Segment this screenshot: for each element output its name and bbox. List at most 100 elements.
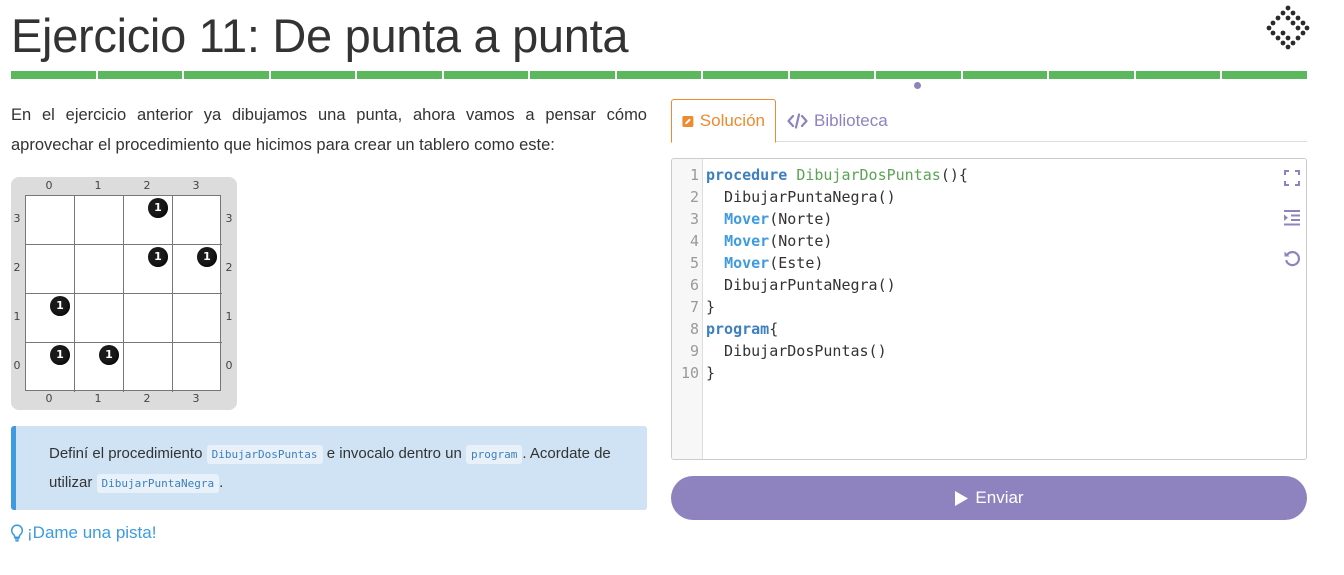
code-line[interactable]: Mover(Este)	[706, 252, 823, 274]
board-grid: 1 1 1 1 1 1	[25, 195, 222, 392]
black-ball: 1	[99, 345, 119, 365]
progress-segment[interactable]	[97, 71, 183, 79]
code-line[interactable]: procedure DibujarDosPuntas(){	[706, 164, 968, 186]
code-text: {	[769, 320, 779, 338]
row-label: 1	[13, 310, 21, 323]
board-cell	[173, 343, 222, 392]
indent-icon[interactable]	[1282, 208, 1302, 228]
column-label: 2	[143, 392, 151, 405]
edit-icon	[682, 115, 694, 127]
board-cell	[75, 294, 124, 343]
tab-library-label: Biblioteca	[814, 111, 888, 130]
black-ball: 1	[148, 198, 168, 218]
code-line[interactable]: Mover(Norte)	[706, 230, 832, 252]
board-cell	[124, 294, 173, 343]
progress-segment[interactable]	[184, 71, 269, 79]
progress-segment[interactable]	[1049, 71, 1134, 79]
hint-link[interactable]: ¡Dame una pista!	[10, 523, 156, 543]
play-icon	[955, 490, 969, 506]
line-number: 8	[689, 320, 699, 338]
progress-segment[interactable]	[876, 71, 961, 79]
code-line[interactable]: DibujarPuntaNegra()	[706, 274, 896, 296]
code-line[interactable]: }	[706, 362, 715, 384]
ball-count: 1	[56, 299, 64, 312]
tab-solution[interactable]: Solución	[671, 99, 776, 143]
line-number: 3	[689, 210, 699, 228]
code-line[interactable]: program{	[706, 318, 778, 340]
line-number: 7	[689, 298, 699, 316]
row-label: 3	[225, 212, 233, 225]
progress-segment[interactable]	[1222, 71, 1307, 79]
logo-icon	[1266, 5, 1310, 50]
progress-segment[interactable]	[357, 71, 442, 79]
column-label: 3	[192, 392, 200, 405]
tab-solution-label: Solución	[699, 111, 765, 130]
submit-button[interactable]: Enviar	[671, 476, 1307, 520]
ball-count: 1	[56, 348, 64, 361]
progress-segment[interactable]	[443, 71, 529, 79]
progress-segment[interactable]	[270, 71, 356, 79]
fullscreen-icon[interactable]	[1282, 168, 1302, 188]
code-line[interactable]: }	[706, 296, 715, 318]
progress-segment[interactable]	[962, 71, 1048, 79]
line-number: 5	[689, 254, 699, 272]
progress-segment[interactable]	[530, 71, 615, 79]
progress-segment[interactable]	[1135, 71, 1221, 79]
black-ball: 1	[148, 247, 168, 267]
column-label: 2	[143, 179, 151, 192]
board-cell	[75, 196, 124, 245]
board-cell	[173, 196, 222, 245]
hint-label: ¡Dame una pista!	[27, 523, 157, 542]
code-line[interactable]: Mover(Norte)	[706, 208, 832, 230]
gobstones-board: 111111 0011223333221100	[11, 177, 237, 410]
line-number: 2	[689, 188, 699, 206]
code-reference: DibujarPuntaNegra	[96, 474, 220, 493]
column-label: 3	[192, 179, 200, 192]
code-text: (Norte)	[769, 210, 833, 228]
tab-library[interactable]: Biblioteca	[777, 99, 898, 143]
ball-count: 1	[203, 250, 211, 263]
board-cell	[26, 245, 75, 294]
board-cell	[173, 294, 222, 343]
line-number: 9	[689, 342, 699, 360]
board-cell	[124, 343, 173, 392]
lightbulb-icon	[10, 524, 24, 542]
page-title: Ejercicio 11: De punta a punta	[11, 9, 629, 62]
black-ball: 1	[50, 296, 70, 316]
exercise-description: En el ejercicio anterior ya dibujamos un…	[11, 106, 647, 154]
row-label: 1	[225, 310, 233, 323]
builtin-command: Mover	[724, 254, 770, 272]
line-number-gutter: 1 2 3 4 5 6 7 8 9 10	[672, 159, 703, 459]
column-label: 1	[94, 392, 102, 405]
keyword: procedure	[706, 166, 788, 184]
column-label: 0	[45, 392, 53, 405]
row-label: 2	[225, 261, 233, 274]
row-label: 0	[225, 359, 233, 372]
builtin-command: Mover	[724, 232, 770, 250]
ball-count: 1	[105, 348, 113, 361]
code-text: (){	[940, 166, 968, 184]
editor-tabs: Solución Biblioteca	[671, 99, 1307, 143]
black-ball: 1	[50, 345, 70, 365]
column-label: 0	[45, 179, 53, 192]
line-number: 1	[689, 166, 699, 184]
black-ball: 1	[197, 247, 217, 267]
code-text: (Norte)	[769, 232, 833, 250]
progress-segment[interactable]	[703, 71, 788, 79]
ball-count: 1	[154, 201, 162, 214]
board-cell	[26, 196, 75, 245]
code-editor[interactable]: 1 2 3 4 5 6 7 8 9 10 procedure DibujarDosPuntas()…	[671, 158, 1307, 460]
code-line[interactable]: DibujarDosPuntas()	[706, 340, 887, 362]
exercise-instructions: Definí el procedimiento DibujarDosPuntas…	[11, 426, 647, 510]
progress-segment[interactable]	[11, 71, 96, 79]
line-number: 6	[689, 276, 699, 294]
reset-icon[interactable]	[1282, 248, 1302, 268]
row-label: 2	[13, 261, 21, 274]
procedure-name: DibujarDosPuntas	[796, 166, 941, 184]
progress-segment[interactable]	[616, 71, 702, 79]
instruction-text: .	[219, 474, 224, 491]
code-line[interactable]: DibujarPuntaNegra()	[706, 186, 896, 208]
keyword: program	[706, 320, 770, 338]
progress-segment[interactable]	[789, 71, 875, 79]
progress-bar	[11, 71, 1307, 79]
